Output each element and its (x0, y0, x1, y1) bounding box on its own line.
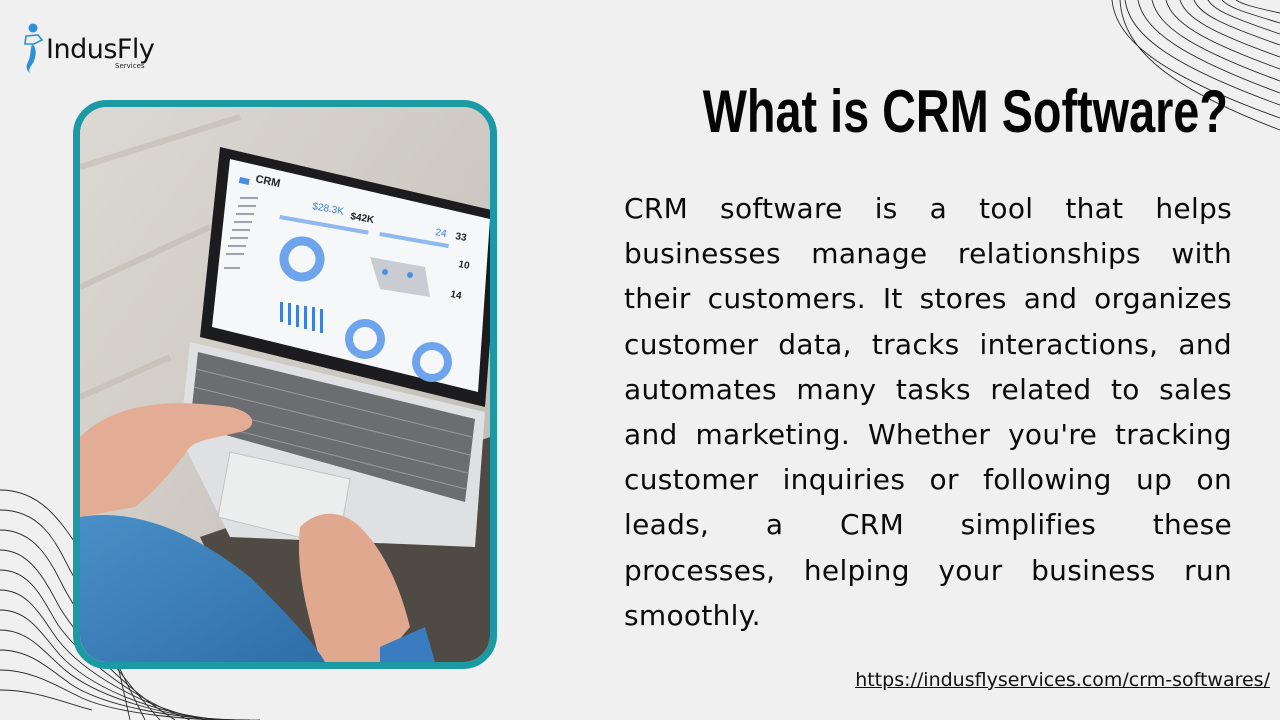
paragraph-line: customer data, tracks interactions, and (624, 327, 1232, 361)
photo-illustration: CRM $28.3K $42K 24 33 10 14 (80, 107, 490, 662)
paragraph-line: their customers. It stores and organizes (624, 282, 1232, 316)
logo-wordmark: IndusFly (46, 34, 155, 65)
paragraph-line: smoothly. (624, 598, 761, 632)
paragraph-line: CRM software is a tool that helps (624, 192, 1232, 225)
paragraph-line: automates many tasks related to sales (624, 372, 1232, 406)
paragraph-line: businesses manage relationships with (624, 237, 1232, 271)
laptop-crm-photo: CRM $28.3K $42K 24 33 10 14 (73, 100, 497, 669)
page-title: What is CRM Software? (702, 78, 1228, 145)
indusfly-logo[interactable]: IndusFly Services (18, 22, 163, 77)
paragraph-line: processes, helping your business run (624, 553, 1232, 587)
crm-softwares-link[interactable]: https://indusflyservices.com/crm-softwar… (855, 669, 1270, 691)
paragraph-line: and marketing. Whether you're tracking (624, 418, 1232, 452)
logo-subtitle: Services (115, 62, 145, 70)
logo-figure-icon (24, 23, 44, 74)
paragraph-line: leads, a CRM simplifies these (624, 508, 1232, 542)
description-paragraph: CRM software is a tool that helps busine… (624, 186, 1232, 638)
paragraph-line: customer inquiries or following up on (624, 463, 1232, 497)
